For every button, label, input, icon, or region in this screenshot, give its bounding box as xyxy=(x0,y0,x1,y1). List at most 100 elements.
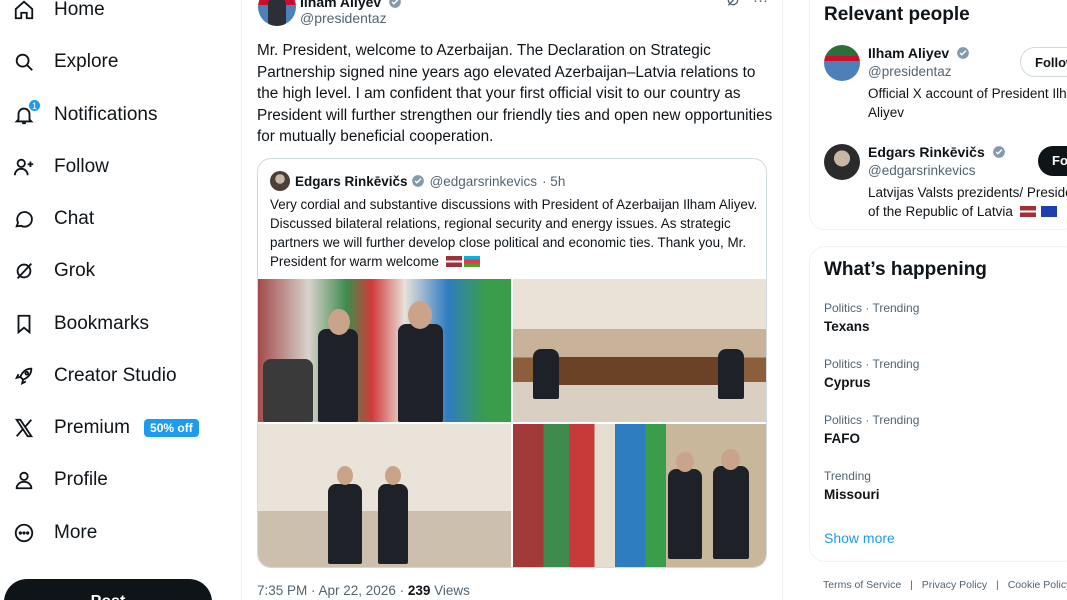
nav-item-premium[interactable]: Premium 50% off xyxy=(12,408,199,448)
nav-label-profile: Profile xyxy=(54,469,108,490)
trend-item[interactable]: Politics · Trending FAFO xyxy=(824,413,919,446)
trend-category: Trending xyxy=(824,469,871,483)
whats-happening-title: What’s happening xyxy=(824,259,987,280)
nav-item-explore[interactable]: Explore xyxy=(12,42,118,82)
chat-bubble-icon xyxy=(12,207,36,231)
grok-icon[interactable] xyxy=(725,0,741,12)
photo-flags-standing[interactable] xyxy=(513,424,766,567)
relevant-person[interactable]: Edgars Rinkēvičs @edgarsrinkevics Latvij… xyxy=(824,144,1067,224)
author-name[interactable]: Ilham Aliyev xyxy=(300,0,402,10)
nav-label-chat: Chat xyxy=(54,208,95,229)
tweet-timestamp[interactable]: 7:35 PM · Apr 22, 2026 · xyxy=(257,583,404,598)
latvia-flag-icon xyxy=(445,256,462,267)
rocket-icon xyxy=(12,364,36,388)
home-icon xyxy=(12,0,36,22)
trend-name: Missouri xyxy=(824,487,880,502)
photo-walking-hall[interactable] xyxy=(258,424,511,567)
footer-separator: | xyxy=(910,579,913,591)
author-name-text: Ilham Aliyev xyxy=(300,0,382,10)
nav-item-bookmarks[interactable]: Bookmarks xyxy=(12,304,149,344)
quoted-author-avatar xyxy=(270,171,290,191)
footer-links: Terms of Service | Privacy Policy | Cook… xyxy=(823,579,1067,591)
tweet-text: Mr. President, welcome to Azerbaijan. Th… xyxy=(257,42,773,145)
nav-item-notifications[interactable]: 1 Notifications xyxy=(12,95,158,135)
trend-name: FAFO xyxy=(824,431,860,446)
trend-category: Politics · Trending xyxy=(824,357,920,371)
grok-icon xyxy=(12,259,36,283)
post-button[interactable]: Post xyxy=(4,579,212,600)
nav-item-chat[interactable]: Chat xyxy=(12,199,94,239)
nav-label-home: Home xyxy=(54,0,105,20)
relevant-person[interactable]: Ilham Aliyev @presidentaz Official X acc… xyxy=(824,45,1067,125)
verified-badge-icon xyxy=(411,175,424,187)
person-icon xyxy=(12,468,36,492)
photo-meeting-table[interactable] xyxy=(513,279,766,422)
cookie-link[interactable]: Cookie Policy xyxy=(1008,579,1067,591)
tweet-views-label: Views xyxy=(434,583,470,598)
quoted-tweet-header: Edgars Rinkēvičs @edgarsrinkevics · 5h xyxy=(270,171,565,191)
tweet-views-count: 239 xyxy=(407,583,431,598)
latvia-flag-icon xyxy=(1019,205,1036,217)
trend-item[interactable]: Trending Missouri xyxy=(824,469,880,502)
quoted-author-handle: @edgarsrinkevics xyxy=(429,173,538,189)
nav-label-explore: Explore xyxy=(54,51,119,72)
person-name-text: Ilham Aliyev xyxy=(868,45,950,61)
nav-label-creator-studio: Creator Studio xyxy=(54,365,177,386)
tweet-header-actions: ··· xyxy=(725,0,768,12)
trend-name: Cyprus xyxy=(824,375,871,390)
search-icon xyxy=(12,50,36,74)
person-name: Edgars Rinkēvičs xyxy=(868,144,1006,160)
tweet-detail: Ilham Aliyev @presidentaz ··· Mr. Presid… xyxy=(242,0,782,600)
quoted-tweet-text: Very cordial and substantive discussions… xyxy=(270,195,758,271)
follow-button[interactable]: Follow xyxy=(1020,47,1067,77)
verified-badge-icon xyxy=(389,0,401,8)
person-name: Ilham Aliyev xyxy=(868,45,970,61)
follow-button[interactable]: Follow xyxy=(1038,146,1067,176)
nav-label-notifications: Notifications xyxy=(54,104,158,125)
eu-flag-icon xyxy=(1041,205,1058,217)
nav-item-grok[interactable]: Grok xyxy=(12,251,95,291)
premium-discount-badge: 50% off xyxy=(144,419,199,437)
bookmark-icon xyxy=(12,312,36,336)
notification-badge: 1 xyxy=(28,99,41,112)
quoted-tweet-time: · 5h xyxy=(542,173,566,189)
author-handle[interactable]: @presidentaz xyxy=(300,10,387,26)
more-options-icon[interactable]: ··· xyxy=(753,0,768,12)
nav-label-follow: Follow xyxy=(54,156,109,177)
person-avatar xyxy=(824,144,860,180)
terms-link[interactable]: Terms of Service xyxy=(823,579,901,591)
author-avatar[interactable] xyxy=(258,0,296,26)
trend-category: Politics · Trending xyxy=(824,301,920,315)
quoted-tweet-media-grid xyxy=(258,279,766,567)
nav-label-bookmarks: Bookmarks xyxy=(54,313,150,334)
whats-happening-card: What’s happening Politics · Trending Tex… xyxy=(809,246,1067,562)
nav-label-more: More xyxy=(54,522,98,543)
show-more-link[interactable]: Show more xyxy=(824,530,895,546)
nav-item-follow[interactable]: Follow xyxy=(12,147,109,187)
person-bio: Latvijas Valsts prezidents/ President of… xyxy=(868,184,1067,221)
more-circle-icon xyxy=(12,521,36,545)
nav-item-home[interactable]: Home xyxy=(12,0,105,30)
nav-label-grok: Grok xyxy=(54,260,96,281)
nav-item-profile[interactable]: Profile xyxy=(12,460,108,500)
person-bio-text: Latvijas Valsts prezidents/ President of… xyxy=(868,185,1067,219)
photo-handshake[interactable] xyxy=(258,279,511,422)
verified-badge-icon xyxy=(957,47,969,59)
nav-item-more[interactable]: More xyxy=(12,513,97,553)
person-handle: @edgarsrinkevics xyxy=(868,163,976,178)
person-avatar xyxy=(824,45,860,81)
privacy-link[interactable]: Privacy Policy xyxy=(922,579,987,591)
quoted-tweet[interactable]: Edgars Rinkēvičs @edgarsrinkevics · 5h V… xyxy=(257,158,767,568)
trend-category: Politics · Trending xyxy=(824,413,920,427)
nav-item-creator-studio[interactable]: Creator Studio xyxy=(12,356,177,396)
azerbaijan-flag-icon xyxy=(463,256,480,267)
quoted-tweet-body: Very cordial and substantive discussions… xyxy=(270,197,758,269)
relevant-people-title: Relevant people xyxy=(824,4,970,25)
trend-item[interactable]: Politics · Trending Texans xyxy=(824,301,919,334)
tweet-meta: 7:35 PM · Apr 22, 2026 · 239 Views xyxy=(257,583,470,598)
person-handle: @presidentaz xyxy=(868,64,952,79)
relevant-people-card: Relevant people Ilham Aliyev @presidenta… xyxy=(809,0,1067,230)
x-logo-icon xyxy=(12,416,36,440)
person-name-text: Edgars Rinkēvičs xyxy=(868,144,985,160)
trend-item[interactable]: Politics · Trending Cyprus xyxy=(824,357,919,390)
